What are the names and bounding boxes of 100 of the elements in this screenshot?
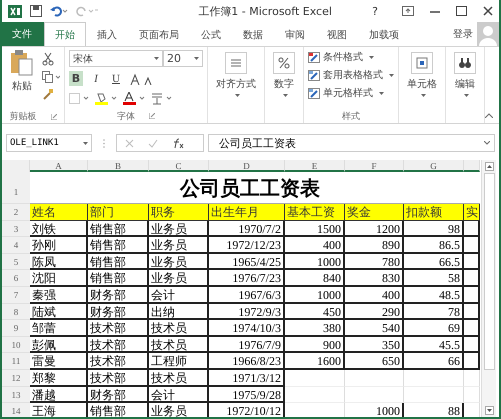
formula-input[interactable]: 公司员工工资表 xyxy=(208,134,495,152)
scroll-up-icon[interactable] xyxy=(484,162,494,171)
scissors-icon[interactable] xyxy=(42,52,54,66)
table-cell[interactable]: 1966/8/23 xyxy=(209,353,285,370)
table-cell[interactable]: 1971/3/12 xyxy=(209,370,285,387)
row-header[interactable]: 9 xyxy=(2,320,30,337)
table-cell[interactable]: 技术部 xyxy=(88,336,149,354)
column-header[interactable]: E xyxy=(285,160,345,172)
login-link[interactable]: 登录 xyxy=(453,22,477,46)
column-header[interactable]: G xyxy=(404,160,464,172)
row-header[interactable]: 3 xyxy=(2,220,30,238)
bold-button[interactable]: B xyxy=(69,71,83,86)
column-header[interactable]: B xyxy=(88,160,149,172)
table-cell[interactable]: 会计 xyxy=(149,286,209,304)
table-cell[interactable]: 1974/10/3 xyxy=(209,320,285,337)
underline-button[interactable]: U xyxy=(109,71,123,86)
help-button[interactable]: ? xyxy=(372,4,378,18)
table-cell[interactable]: 技术部 xyxy=(88,353,149,370)
close-icon[interactable] xyxy=(483,6,493,16)
table-cell[interactable]: 1972/9/3 xyxy=(209,304,285,320)
table-cell[interactable]: 销售部 xyxy=(88,220,149,238)
header-cell[interactable]: 部门 xyxy=(88,204,149,221)
column-header[interactable]: F xyxy=(345,160,404,172)
table-cell[interactable]: 48.5 xyxy=(404,286,464,304)
ribbon-tab[interactable]: 视图 xyxy=(316,22,358,46)
table-cell[interactable]: 69 xyxy=(404,320,464,337)
row-header[interactable]: 10 xyxy=(2,336,30,354)
enter-check-icon[interactable] xyxy=(148,138,158,148)
scroll-down-icon[interactable] xyxy=(484,406,494,415)
table-cell[interactable]: 1972/10/12 xyxy=(209,403,285,417)
table-cell[interactable]: 财务部 xyxy=(88,286,149,304)
scrollbar-thumb[interactable] xyxy=(484,173,494,370)
table-cell[interactable]: 1967/6/3 xyxy=(209,286,285,304)
expand-icon[interactable] xyxy=(484,141,490,145)
header-cell[interactable]: 姓名 xyxy=(30,204,88,221)
file-tab[interactable]: 文件 xyxy=(2,22,44,46)
table-cell[interactable]: 销售部 xyxy=(88,270,149,287)
header-cell[interactable]: 基本工资 xyxy=(285,204,345,221)
table-cell[interactable]: 业务员 xyxy=(149,270,209,287)
table-cell[interactable]: 技术部 xyxy=(88,370,149,387)
maximize-icon[interactable] xyxy=(456,6,467,16)
table-cell[interactable]: 财务部 xyxy=(88,304,149,320)
row-header[interactable]: 4 xyxy=(2,237,30,254)
table-cell[interactable]: 1976/7/23 xyxy=(209,270,285,287)
table-cell[interactable]: 业务员 xyxy=(149,254,209,270)
table-cell[interactable]: 出纳 xyxy=(149,304,209,320)
copy-icon[interactable] xyxy=(42,71,60,83)
table-cell[interactable]: 900 xyxy=(285,336,345,354)
table-cell[interactable]: 1975/9/28 xyxy=(209,386,285,404)
table-cell[interactable]: 650 xyxy=(345,353,404,370)
table-cell[interactable]: 88 xyxy=(404,403,464,417)
table-cell[interactable]: 830 xyxy=(345,270,404,287)
header-cell[interactable]: 实 xyxy=(464,204,480,221)
table-cell[interactable]: 潘越 xyxy=(30,386,88,404)
table-cell[interactable]: 1600 xyxy=(285,353,345,370)
table-cell[interactable]: 技术员 xyxy=(149,370,209,387)
format-painter-icon[interactable] xyxy=(42,88,54,100)
table-cell[interactable]: 财务部 xyxy=(88,386,149,404)
dialog-launcher-icon[interactable] xyxy=(149,113,155,119)
table-cell[interactable]: 66.5 xyxy=(404,254,464,270)
ribbon-tab[interactable]: 审阅 xyxy=(274,22,316,46)
table-cell[interactable]: 彭佩 xyxy=(30,336,88,354)
ribbon-tab[interactable]: 加载项 xyxy=(358,22,410,46)
insert-function-icon[interactable] xyxy=(172,138,184,148)
table-cell[interactable]: 66 xyxy=(404,353,464,370)
editing-button[interactable]: 编辑 xyxy=(450,50,480,110)
cells-button[interactable]: 单元格 xyxy=(403,50,441,110)
paste-button[interactable]: 粘贴 xyxy=(6,50,38,110)
ribbon-tab[interactable]: 公式 xyxy=(190,22,232,46)
table-cell[interactable]: 780 xyxy=(345,254,404,270)
ribbon-tab[interactable]: 数据 xyxy=(232,22,274,46)
table-cell[interactable]: 工程师 xyxy=(149,353,209,370)
font-color-icon[interactable] xyxy=(123,92,145,105)
table-cell[interactable]: 840 xyxy=(285,270,345,287)
alignment-button[interactable]: 对齐方式 xyxy=(212,50,260,110)
table-cell[interactable]: 400 xyxy=(285,237,345,254)
table-cell[interactable]: 技术部 xyxy=(88,320,149,337)
style-menu-button[interactable]: 条件格式 xyxy=(308,50,394,64)
ribbon-tab[interactable]: 开始 xyxy=(44,22,86,46)
table-cell[interactable]: 陈凤 xyxy=(30,254,88,270)
phonetic-guide-icon[interactable] xyxy=(151,92,173,105)
row-header[interactable]: 1 xyxy=(2,172,30,204)
row-header[interactable]: 6 xyxy=(2,270,30,287)
table-cell[interactable]: 98 xyxy=(404,220,464,238)
table-cell[interactable]: 1500 xyxy=(285,220,345,238)
column-header[interactable] xyxy=(464,160,480,172)
header-cell[interactable]: 扣款额 xyxy=(404,204,464,221)
row-header[interactable]: 12 xyxy=(2,370,30,387)
fill-color-icon[interactable] xyxy=(95,92,117,105)
font-size-dropdown[interactable]: 20 xyxy=(163,50,203,67)
table-cell[interactable]: 秦强 xyxy=(30,286,88,304)
row-header[interactable]: 13 xyxy=(2,386,30,404)
table-cell[interactable]: 540 xyxy=(345,320,404,337)
table-cell[interactable]: 雷曼 xyxy=(30,353,88,370)
table-cell[interactable]: 业务员 xyxy=(149,220,209,238)
vertical-scrollbar[interactable] xyxy=(481,160,496,417)
collapse-ribbon-icon[interactable] xyxy=(485,113,493,118)
table-cell[interactable]: 销售部 xyxy=(88,237,149,254)
table-cell[interactable]: 王海 xyxy=(30,403,88,417)
header-cell[interactable]: 职务 xyxy=(149,204,209,221)
